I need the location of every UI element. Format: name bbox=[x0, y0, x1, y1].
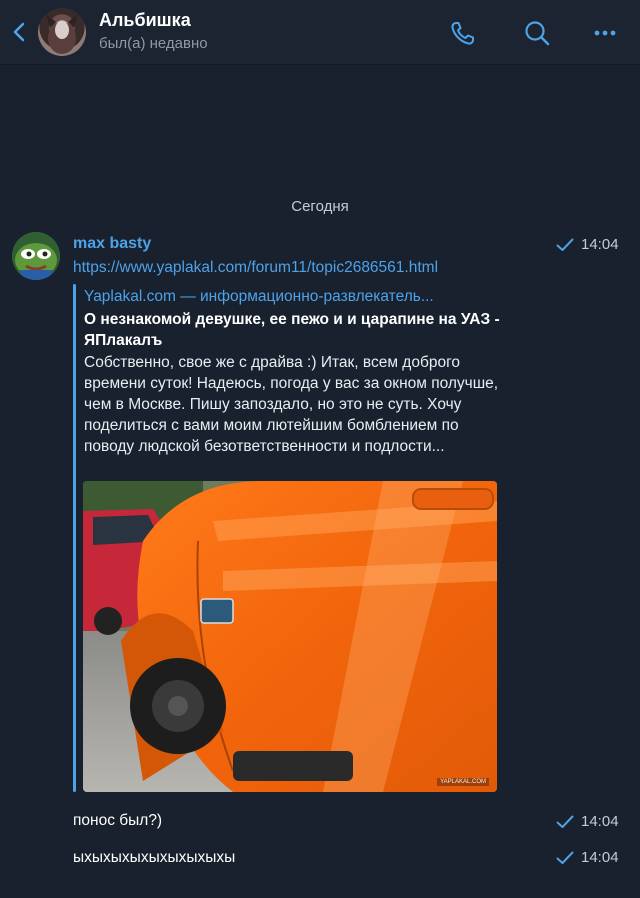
message-time: 14:04 bbox=[581, 849, 619, 866]
message-time: 14:04 bbox=[581, 813, 619, 830]
image-watermark: YAPLAKAL.COM bbox=[437, 778, 489, 786]
message-link[interactable]: https://www.yaplakal.com/forum11/topic26… bbox=[73, 259, 438, 277]
date-separator: Сегодня bbox=[291, 198, 349, 215]
contact-status: был(а) недавно bbox=[99, 35, 208, 52]
message-text: понос был?) bbox=[73, 812, 163, 829]
contact-avatar[interactable] bbox=[38, 8, 86, 56]
message-time: 14:04 bbox=[581, 236, 619, 253]
checkmark-icon bbox=[556, 815, 574, 828]
checkmark-icon bbox=[556, 851, 574, 864]
link-preview-image[interactable]: YAPLAKAL.COM bbox=[83, 481, 497, 792]
message-text: ыхыхыхыхыхыхыхыхы bbox=[73, 849, 236, 866]
back-button[interactable] bbox=[8, 16, 30, 48]
search-icon[interactable] bbox=[522, 18, 552, 48]
checkmark-icon bbox=[556, 238, 574, 251]
link-preview-title[interactable]: О незнакомой девушке, ее пежо и и царапи… bbox=[84, 309, 504, 351]
sender-avatar[interactable] bbox=[12, 232, 60, 280]
back-chevron-icon bbox=[13, 22, 25, 42]
phone-icon[interactable] bbox=[448, 18, 478, 48]
contact-name[interactable]: Альбишка bbox=[99, 10, 191, 31]
sender-name[interactable]: max basty bbox=[73, 235, 151, 253]
more-icon[interactable] bbox=[590, 18, 620, 48]
link-preview-bar bbox=[73, 284, 76, 792]
link-preview-description: Собственно, свое же с драйва :) Итак, вс… bbox=[84, 354, 499, 455]
chat-header: Альбишка был(а) недавно bbox=[0, 0, 640, 65]
link-preview-site[interactable]: Yaplakal.com — информационно-развлекател… bbox=[84, 288, 434, 306]
